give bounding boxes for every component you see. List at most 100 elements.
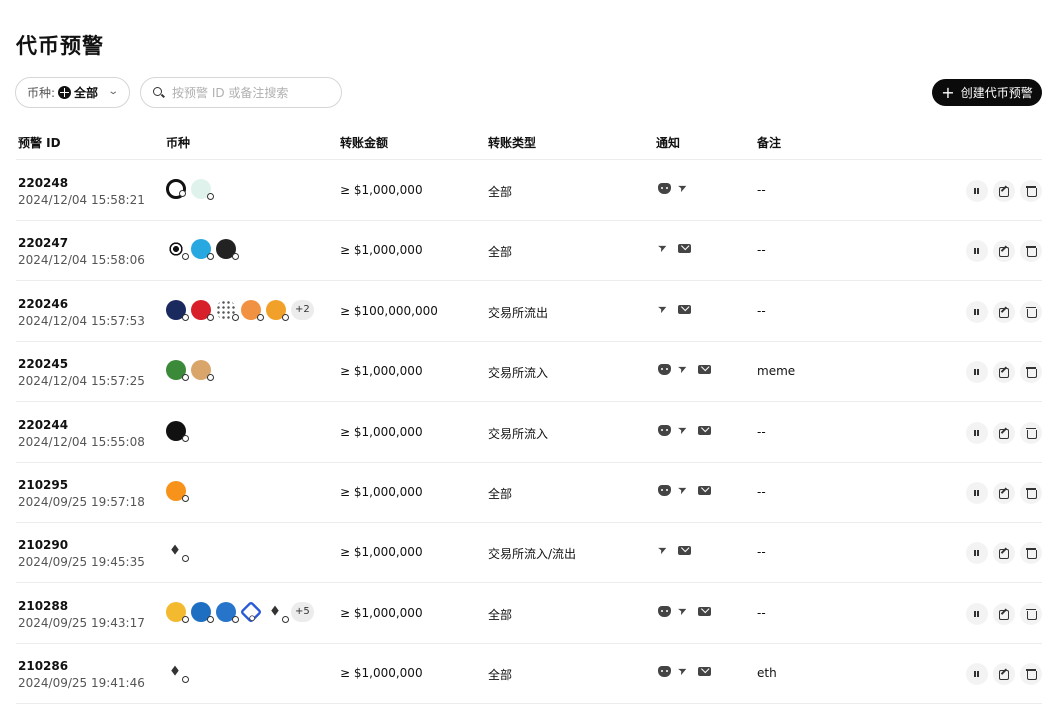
- alert-note: --: [757, 605, 766, 620]
- transfer-amount: ≥ $1,000,000: [340, 364, 423, 379]
- notify-channels: [658, 364, 711, 376]
- alert-id: 220247: [18, 236, 69, 251]
- edit-icon[interactable]: [993, 180, 1015, 202]
- edit-icon[interactable]: [993, 602, 1015, 625]
- mail-icon: [698, 425, 711, 435]
- transfer-amount: ≥ $100,000,000: [340, 303, 438, 318]
- more-coins-badge[interactable]: +2: [291, 299, 314, 320]
- alert-timestamp: 2024/09/25 19:57:18: [18, 495, 145, 509]
- delete-icon[interactable]: [1020, 663, 1042, 686]
- coin-icons: [166, 662, 189, 684]
- transfer-amount: ≥ $1,000,000: [340, 485, 423, 499]
- pause-icon[interactable]: [966, 240, 988, 263]
- transfer-type: 交易所流入/流出: [488, 547, 577, 562]
- delete-icon[interactable]: [1020, 482, 1042, 504]
- transfer-amount: ≥ $1,000,000: [340, 545, 423, 560]
- pause-icon[interactable]: [966, 602, 988, 625]
- alert-note: --: [757, 183, 766, 197]
- discord-icon: [658, 485, 671, 496]
- coin-icons: [166, 481, 189, 502]
- pepe-coin-icon: [166, 360, 189, 382]
- more-coins-badge[interactable]: +5: [291, 601, 314, 622]
- transfer-amount: ≥ $1,000,000: [340, 424, 423, 439]
- discord-icon: [658, 183, 671, 194]
- create-alert-button[interactable]: + 创建代币预警: [932, 79, 1042, 106]
- edit-icon[interactable]: [993, 482, 1015, 504]
- create-alert-label: 创建代币预警: [960, 86, 1033, 100]
- delete-icon[interactable]: [1020, 421, 1042, 444]
- delete-icon[interactable]: [1020, 361, 1042, 384]
- telegram-icon: [678, 364, 691, 375]
- edit-icon[interactable]: [993, 240, 1015, 263]
- alert-note: meme: [757, 364, 796, 379]
- search-input[interactable]: [172, 85, 332, 100]
- discord-icon: [658, 605, 671, 617]
- telegram-icon: [678, 425, 691, 436]
- pause-icon[interactable]: [966, 542, 988, 565]
- table-row[interactable]: 210295 2024/09/25 19:57:18 ≥ $1,000,000 全部 -…: [16, 463, 1042, 523]
- table-row[interactable]: 220245 2024/12/04 15:57:25 ≥ $1,000,000 交易所…: [16, 342, 1042, 403]
- telegram-icon: [678, 606, 691, 617]
- row-actions: [966, 663, 1042, 686]
- edit-icon[interactable]: [993, 663, 1015, 686]
- delete-icon[interactable]: [1020, 240, 1042, 263]
- table-row[interactable]: 220247 2024/12/04 15:58:06 ≥ $1,000,000 全部 -…: [16, 221, 1042, 282]
- delete-icon[interactable]: [1020, 300, 1042, 323]
- table-row[interactable]: 220246 2024/12/04 15:57:53 +2 ≥ $100,000,00…: [16, 282, 1042, 342]
- pause-icon[interactable]: [966, 663, 988, 686]
- pause-icon[interactable]: [966, 421, 988, 444]
- alert-note: --: [757, 303, 766, 318]
- burst-coin-icon: [166, 239, 189, 261]
- delete-icon[interactable]: [1020, 602, 1042, 625]
- edit-icon[interactable]: [993, 361, 1015, 384]
- row-actions: [966, 482, 1042, 504]
- alert-note: --: [757, 243, 766, 258]
- search-box[interactable]: [140, 77, 342, 108]
- header-notify: 通知: [656, 136, 681, 150]
- row-actions: [966, 421, 1042, 444]
- coin-icons: [166, 420, 189, 442]
- alert-timestamp: 2024/12/04 15:57:53: [18, 313, 145, 328]
- table-row[interactable]: 210288 2024/09/25 19:43:17 +5 ≥ $1,000,000 全…: [16, 584, 1042, 644]
- delete-icon[interactable]: [1020, 180, 1042, 202]
- header-note: 备注: [757, 136, 782, 150]
- table-row[interactable]: 220244 2024/12/04 15:55:08 ≥ $1,000,000 交易所…: [16, 403, 1042, 463]
- alert-note: --: [757, 424, 766, 439]
- alert-id: 210288: [18, 598, 69, 613]
- alert-id: 210286: [18, 659, 69, 674]
- notify-channels: [658, 424, 711, 436]
- blue-coin-icon: [191, 239, 214, 261]
- pause-icon[interactable]: [966, 482, 988, 504]
- table-row[interactable]: 210286 2024/09/25 19:41:46 ≥ $1,000,000 全部 e…: [16, 644, 1042, 705]
- search-icon: [153, 87, 164, 98]
- orange-coin-icon: [241, 299, 264, 321]
- coin-filter-value: 全部: [74, 86, 99, 100]
- telegram-icon: [658, 243, 671, 254]
- notify-channels: [658, 243, 691, 254]
- pause-icon[interactable]: [966, 300, 988, 323]
- red-coin-icon: [191, 299, 214, 321]
- delete-icon[interactable]: [1020, 542, 1042, 565]
- table-row[interactable]: 220248 2024/12/04 15:58:21 ≥ $1,000,000 全部 -…: [16, 161, 1042, 221]
- alert-note: --: [757, 545, 766, 560]
- pause-icon[interactable]: [966, 361, 988, 384]
- alert-timestamp: 2024/12/04 15:58:06: [18, 253, 145, 268]
- transfer-type: 交易所流出: [488, 305, 549, 320]
- coin-icons: [166, 239, 239, 261]
- discord-icon: [658, 666, 671, 678]
- table-header: 预警 ID 币种 转账金额 转账类型 通知 备注: [16, 130, 1042, 160]
- table-row[interactable]: 210290 2024/09/25 19:45:35 ≥ $1,000,000 交易所…: [16, 523, 1042, 584]
- pause-icon[interactable]: [966, 180, 988, 202]
- alert-timestamp: 2024/09/25 19:45:35: [18, 555, 145, 570]
- btc-coin-icon: [166, 481, 189, 502]
- bnb-coin-icon: [166, 601, 189, 623]
- ring-coin-icon: [166, 179, 186, 199]
- edit-icon[interactable]: [993, 542, 1015, 565]
- header-alert-id: 预警 ID: [18, 136, 61, 150]
- chevron-down-icon: ⌄: [106, 86, 119, 97]
- dog-coin-icon: [191, 360, 214, 382]
- edit-icon[interactable]: [993, 421, 1015, 444]
- coin-filter-select[interactable]: 币种: 全部 ⌄: [15, 77, 130, 108]
- transfer-type: 全部: [488, 185, 513, 199]
- edit-icon[interactable]: [993, 300, 1015, 323]
